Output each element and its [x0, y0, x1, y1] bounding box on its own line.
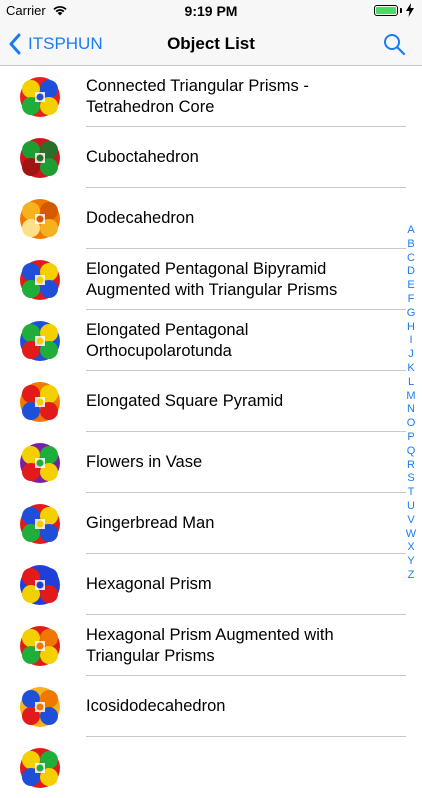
index-letter[interactable]: M: [404, 390, 418, 404]
charging-bolt-icon: [406, 3, 414, 17]
list-item-label: Flowers in Vase: [86, 453, 203, 471]
search-icon[interactable]: [382, 32, 406, 56]
index-letter[interactable]: P: [404, 431, 418, 445]
object-thumbnail: [20, 565, 60, 605]
object-thumbnail: [20, 626, 60, 666]
page-title: Object List: [167, 34, 255, 53]
battery-nub: [400, 8, 402, 13]
index-letter[interactable]: G: [404, 307, 418, 321]
index-letter[interactable]: I: [404, 334, 418, 348]
list-item[interactable]: Elongated Pentagonal Orthocupolarotunda: [0, 310, 422, 371]
section-index[interactable]: ABCDEFGHIJKLMNOPQRSTUVWXYZ: [404, 224, 418, 583]
index-letter[interactable]: X: [404, 541, 418, 555]
status-bar: Carrier 9:19 PM: [0, 0, 422, 22]
index-letter[interactable]: O: [404, 417, 418, 431]
list-item[interactable]: Icosidodecahedron: [0, 676, 422, 737]
index-letter[interactable]: E: [404, 279, 418, 293]
list-item-label: Connected Triangular Prisms - Tetrahedro…: [86, 76, 309, 116]
list-item[interactable]: Elongated Square Pyramid: [0, 371, 422, 432]
index-letter[interactable]: U: [404, 500, 418, 514]
object-thumbnail: [20, 382, 60, 422]
index-letter[interactable]: D: [404, 265, 418, 279]
index-letter[interactable]: H: [404, 321, 418, 335]
index-letter[interactable]: J: [404, 348, 418, 362]
index-letter[interactable]: Z: [404, 569, 418, 583]
object-thumbnail: [20, 260, 60, 300]
list-item-label: Cuboctahedron: [86, 148, 199, 166]
object-thumbnail: [20, 138, 60, 178]
index-letter[interactable]: W: [404, 528, 418, 542]
index-letter[interactable]: K: [404, 362, 418, 376]
list-item[interactable]: Hexagonal Prism: [0, 554, 422, 615]
object-thumbnail: [20, 77, 60, 117]
index-letter[interactable]: R: [404, 459, 418, 473]
status-time: 9:19 PM: [184, 3, 238, 19]
index-letter[interactable]: Q: [404, 445, 418, 459]
list-item-label: Dodecahedron: [86, 209, 195, 227]
list-item[interactable]: [0, 737, 422, 798]
navigation-bar: ITSPHUN Object List: [0, 22, 422, 66]
list-item-label: Gingerbread Man: [86, 514, 215, 532]
object-thumbnail: [20, 199, 60, 239]
list-item-label: Elongated Pentagonal Orthocupolarotunda: [86, 320, 249, 360]
list-item[interactable]: Hexagonal Prism Augmented with Triangula…: [0, 615, 422, 676]
index-letter[interactable]: N: [404, 403, 418, 417]
battery-level: [376, 7, 396, 14]
list-item-label: Hexagonal Prism Augmented with Triangula…: [86, 625, 334, 665]
list-item[interactable]: Elongated Pentagonal Bipyramid Augmented…: [0, 249, 422, 310]
list-item[interactable]: Gingerbread Man: [0, 493, 422, 554]
list-item-label: Elongated Square Pyramid: [86, 392, 284, 410]
object-thumbnail: [20, 687, 60, 727]
list-item-label: Icosidodecahedron: [86, 697, 226, 715]
index-letter[interactable]: S: [404, 472, 418, 486]
index-letter[interactable]: B: [404, 238, 418, 252]
battery-icon: [374, 5, 398, 16]
list-item[interactable]: Cuboctahedron: [0, 127, 422, 188]
list-item-label: [86, 737, 394, 798]
list-item-label: Elongated Pentagonal Bipyramid Augmented…: [86, 259, 338, 299]
object-thumbnail: [20, 321, 60, 361]
object-thumbnail: [20, 504, 60, 544]
index-letter[interactable]: T: [404, 486, 418, 500]
index-letter[interactable]: F: [404, 293, 418, 307]
index-letter[interactable]: L: [404, 376, 418, 390]
object-thumbnail: [20, 443, 60, 483]
list-item[interactable]: Connected Triangular Prisms - Tetrahedro…: [0, 66, 422, 127]
index-letter[interactable]: Y: [404, 555, 418, 569]
index-letter[interactable]: C: [404, 252, 418, 266]
index-letter[interactable]: V: [404, 514, 418, 528]
index-letter[interactable]: A: [404, 224, 418, 238]
list-item-label: Hexagonal Prism: [86, 575, 212, 593]
list-item[interactable]: Flowers in Vase: [0, 432, 422, 493]
list-item[interactable]: Dodecahedron: [0, 188, 422, 249]
